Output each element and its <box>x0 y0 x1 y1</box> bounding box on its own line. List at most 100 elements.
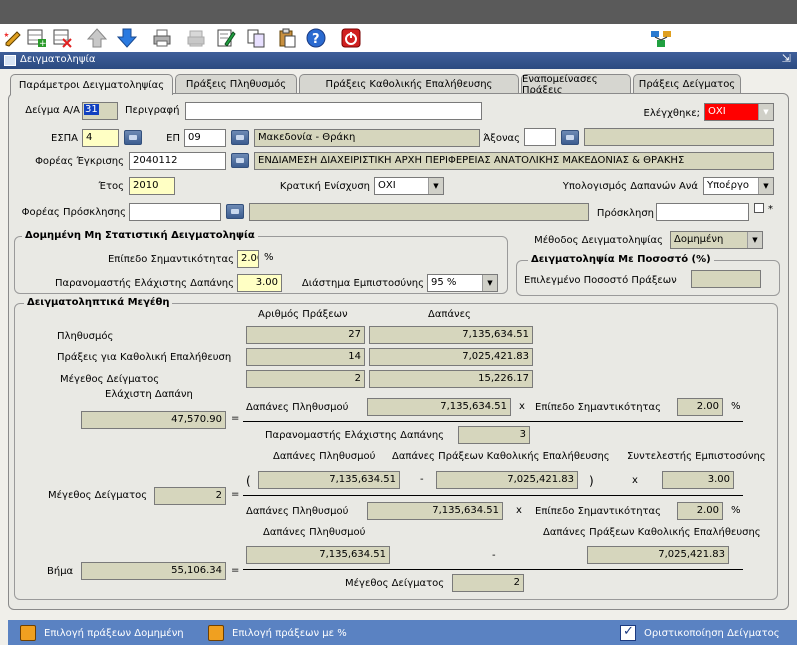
add-row-icon[interactable]: + <box>25 27 47 49</box>
chevron-down-icon: ▼ <box>747 232 762 248</box>
f1-significance-label: Επίπεδο Σημαντικότητας <box>535 402 662 413</box>
year-field[interactable]: 2010 <box>129 177 175 195</box>
f2-minus: - <box>420 474 424 485</box>
structured-selection-button[interactable]: Επιλογή πράξεων Δομημένη <box>20 625 184 641</box>
count-column-header: Αριθμός Πράξεων <box>258 309 348 320</box>
folder-icon <box>208 625 224 641</box>
invitation-body-name <box>249 203 589 221</box>
f3-universal-value: 7,025,421.83 <box>587 546 729 564</box>
axis-label: Άξονας <box>483 133 520 144</box>
chevron-down-icon: ▼ <box>758 104 773 120</box>
chevron-down-icon: ▼ <box>482 275 497 291</box>
f2-universal-header: Δαπάνες Πράξεων Καθολικής Επαλήθευσης <box>392 451 610 462</box>
significance-value: 2.00 <box>241 253 258 264</box>
sample-value: 31 <box>84 104 99 115</box>
calc-label: Υπολογισμός Δαπανών Ανά <box>562 181 698 192</box>
espa-lookup-icon[interactable] <box>124 130 142 145</box>
hierarchy-icon[interactable] <box>650 27 672 49</box>
min-expense-denominator-field[interactable]: 3.00 <box>237 274 282 292</box>
svg-text:+: + <box>39 39 46 48</box>
description-field[interactable] <box>185 102 482 120</box>
f2-den-percent: % <box>731 505 741 516</box>
structured-sampling-title: Δομημένη Μη Στατιστική Δειγματοληψία <box>22 230 258 241</box>
step-label: Βήμα <box>47 566 74 577</box>
f1-significance-value: 2.00 <box>677 398 723 416</box>
f1-percent: % <box>731 401 741 412</box>
f1-times: x <box>519 401 525 412</box>
min-expense-value: 47,570.90 <box>81 411 226 429</box>
tab-sample-actions[interactable]: Πράξεις Δείγματος <box>633 74 741 94</box>
universal-row-label: Πράξεις για Καθολική Επαλήθευση <box>57 352 232 363</box>
calc-value: Υποέργο <box>707 180 750 191</box>
minimize-icon[interactable]: ⇲ <box>782 52 791 65</box>
tab-remaining-actions[interactable]: Εναπομείνασες Πράξεις <box>521 74 631 96</box>
approval-body-name: ΕΝΔΙΑΜΕΣΗ ΔΙΑΧΕΙΡΙΣΤΙΚΗ ΑΡΧΗ ΠΕΡΙΦΕΡΕΙΑΣ… <box>254 152 774 170</box>
bottom-left-gap <box>0 620 8 645</box>
sample-size-row-label: Μέγεθος Δείγματος <box>60 374 160 385</box>
method-select[interactable]: Δομημένη ▼ <box>670 231 763 249</box>
sample-size-expenses: 15,226.17 <box>369 370 533 388</box>
f2-den-sig-label: Επίπεδο Σημαντικότητας <box>535 506 662 517</box>
approval-lookup-icon[interactable] <box>231 153 249 168</box>
tab-population-actions[interactable]: Πράξεις Πληθυσμός <box>175 74 297 94</box>
f2-fraction-line <box>243 495 743 496</box>
universal-count: 14 <box>246 348 365 366</box>
invitation-field[interactable] <box>656 203 749 221</box>
axis-field[interactable] <box>524 128 556 146</box>
finalize-sample-label: Οριστικοποίηση Δείγματος <box>644 627 780 639</box>
f2-confidence-header: Συντελεστής Εμπιστοσύνης <box>627 451 766 462</box>
invitation-checkbox[interactable] <box>754 203 764 213</box>
required-star: * <box>768 204 773 215</box>
espa-field[interactable]: 4 <box>82 129 119 147</box>
checked-value: ΟΧΙ <box>708 106 726 117</box>
f2-den-sig-value: 2.00 <box>677 502 723 520</box>
invitation-body-field[interactable] <box>129 203 221 221</box>
f3-equals: = <box>231 565 240 576</box>
arrow-down-icon[interactable] <box>116 27 138 49</box>
exit-icon[interactable] <box>340 27 362 49</box>
sample-field[interactable]: 31 <box>82 102 118 120</box>
invitation-lookup-icon[interactable] <box>226 204 244 219</box>
edit-doc-icon[interactable] <box>215 27 237 49</box>
f2-sample-size-label: Μέγεθος Δείγματος <box>48 490 148 501</box>
window-title-bar: Δειγματοληψία ⇲ <box>0 52 797 69</box>
confidence-select[interactable]: 95 % ▼ <box>427 274 498 292</box>
f2-den-times: x <box>516 505 522 516</box>
percent-selection-button[interactable]: Επιλογή πράξεων με % <box>208 625 347 641</box>
selected-percent-field[interactable] <box>691 270 761 288</box>
percentage-sampling-title: Δειγματοληψία Με Ποσοστό (%) <box>528 254 714 265</box>
paste-icon[interactable] <box>276 27 298 49</box>
finalize-sample-button[interactable]: Οριστικοποίηση Δείγματος <box>620 624 780 641</box>
significance-field[interactable]: 2.00 <box>237 250 259 268</box>
ep-field[interactable]: 09 <box>184 129 226 147</box>
state-aid-select[interactable]: ΟΧΙ ▼ <box>374 177 444 195</box>
tab-sampling-parameters[interactable]: Παράμετροι Δειγματοληψίας <box>10 74 173 95</box>
f2-close-paren: ) <box>589 474 594 488</box>
f1-equals: = <box>231 413 240 424</box>
copy-icon[interactable] <box>245 27 267 49</box>
approval-body-field[interactable]: 2040112 <box>129 152 226 170</box>
delete-row-icon[interactable] <box>51 27 73 49</box>
svg-text:?: ? <box>312 32 320 47</box>
f3-pop-value: 7,135,634.51 <box>246 546 390 564</box>
arrow-up-icon[interactable] <box>86 27 108 49</box>
calc-select[interactable]: Υποέργο ▼ <box>703 177 774 195</box>
pencil-star-icon[interactable] <box>2 27 24 49</box>
tab-universal-verification-actions[interactable]: Πράξεις Καθολικής Επαλήθευσης <box>299 74 519 94</box>
help-icon[interactable]: ? <box>305 27 327 49</box>
checked-select[interactable]: ΟΧΙ ▼ <box>704 103 774 121</box>
f2-confidence-value: 3.00 <box>662 471 734 489</box>
f2-times: x <box>632 475 638 486</box>
ep-lookup-icon[interactable] <box>231 130 249 145</box>
f2-equals: = <box>231 489 240 500</box>
axis-lookup-icon[interactable] <box>561 130 579 145</box>
significance-label: Επίπεδο Σημαντικότητας <box>107 254 234 265</box>
min-expense-title: Ελάχιστη Δαπάνη <box>105 389 193 400</box>
print-icon[interactable] <box>151 27 173 49</box>
chevron-down-icon: ▼ <box>758 178 773 194</box>
print-disabled-icon[interactable] <box>185 27 207 49</box>
approval-body-label: Φορέας Έγκρισης <box>35 156 124 167</box>
significance-percent: % <box>264 252 274 263</box>
app-top-bar <box>0 0 797 24</box>
axis-name-field <box>584 128 774 146</box>
